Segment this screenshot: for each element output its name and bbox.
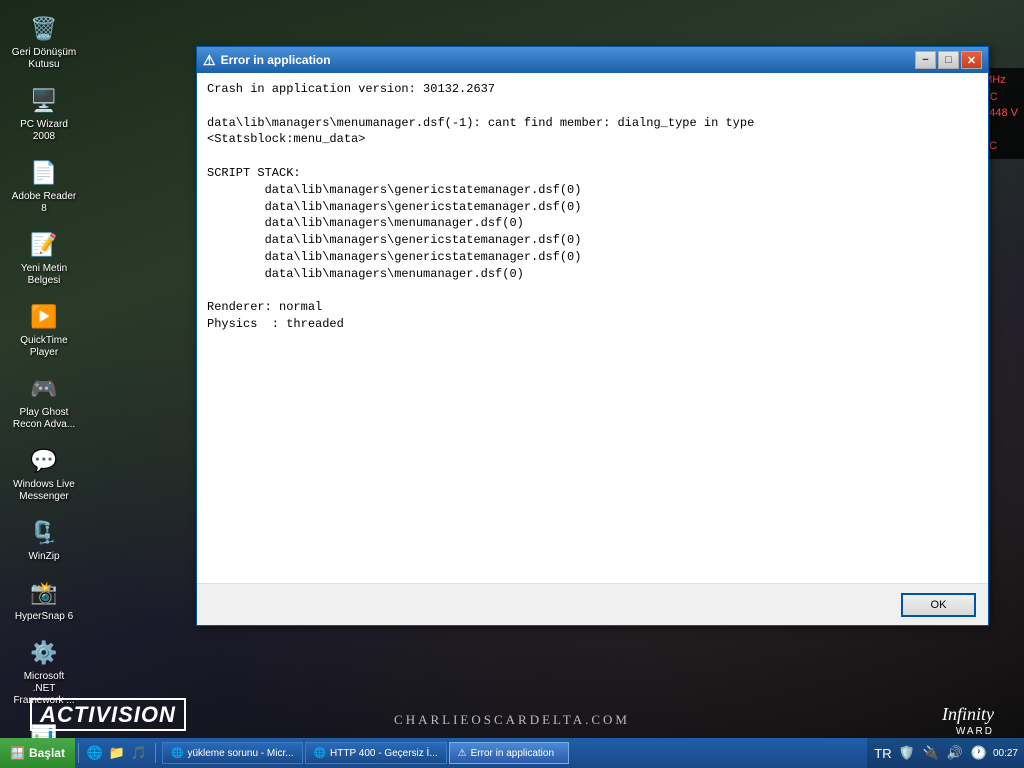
taskbar-item-2-icon: ⚠	[458, 748, 467, 759]
icon-dotnet-img: ⚙️	[28, 637, 60, 669]
iw-text: Infinity WARD	[942, 704, 994, 738]
ok-button[interactable]: OK	[901, 593, 976, 617]
icon-hypersnap-label: HyperSnap 6	[15, 611, 73, 623]
icon-geri-donusum-img: 🗑️	[28, 13, 60, 45]
icon-hypersnap[interactable]: 📸 HyperSnap 6	[8, 574, 80, 626]
error-dialog: ⚠ Error in application − □ ✕ Crash in ap…	[196, 46, 989, 626]
icon-geri-donusum-label: Geri DönüşümKutusu	[12, 47, 76, 71]
tray-time: 00:27	[993, 748, 1018, 759]
icon-pc-wizard-label: PC Wizard2008	[20, 119, 68, 143]
icon-adobe-reader-img: 📄	[28, 157, 60, 189]
desktop-icon-list: 🗑️ Geri DönüşümKutusu 🖥️ PC Wizard2008 📄…	[8, 10, 80, 768]
taskbar-item-2-label: Error in application	[471, 748, 554, 759]
icon-quicktime-img: ▶️	[28, 301, 60, 333]
close-button[interactable]: ✕	[961, 51, 982, 69]
tray-network-icon[interactable]: 🔌	[921, 743, 941, 763]
tray-volume-icon[interactable]: 🔊	[945, 743, 965, 763]
iw-logo: Infinity WARD	[942, 704, 994, 738]
icon-winzip-img: 🗜️	[28, 517, 60, 549]
taskbar: 🪟 Başlat 🌐 📁 🎵 🌐 yükleme sorunu - Micr..…	[0, 738, 1024, 768]
dialog-content[interactable]: Crash in application version: 30132.2637…	[197, 73, 988, 583]
tray-clock-icon: 🕐	[969, 743, 989, 763]
icon-quicktime[interactable]: ▶️ QuickTimePlayer	[8, 298, 80, 362]
minimize-button[interactable]: −	[915, 51, 936, 69]
icon-hypersnap-img: 📸	[28, 577, 60, 609]
icon-pc-wizard[interactable]: 🖥️ PC Wizard2008	[8, 82, 80, 146]
icon-yeni-metin-label: Yeni MetinBelgesi	[21, 263, 67, 287]
icon-play-ghost[interactable]: 🎮 Play GhostRecon Adva...	[8, 370, 80, 434]
start-label: Başlat	[29, 746, 65, 760]
tray-locale[interactable]: TR	[873, 743, 893, 763]
desktop: 🗑️ Geri DönüşümKutusu 🖥️ PC Wizard2008 📄…	[0, 0, 1024, 768]
taskbar-item-2[interactable]: ⚠ Error in application	[449, 742, 569, 764]
taskbar-item-0[interactable]: 🌐 yükleme sorunu - Micr...	[162, 742, 303, 764]
dialog-titlebar[interactable]: ⚠ Error in application − □ ✕	[197, 47, 988, 73]
error-icon: ⚠	[203, 52, 216, 69]
taskbar-items: 🌐 yükleme sorunu - Micr... 🌐 HTTP 400 - …	[158, 742, 867, 764]
icon-yeni-metin[interactable]: 📝 Yeni MetinBelgesi	[8, 226, 80, 290]
dialog-footer: OK	[197, 583, 988, 625]
system-tray: TR 🛡️ 🔌 🔊 🕐 00:27	[867, 738, 1024, 768]
dialog-controls: − □ ✕	[915, 51, 982, 69]
taskbar-item-0-label: yükleme sorunu - Micr...	[187, 748, 293, 759]
taskbar-folder-icon[interactable]: 📁	[107, 743, 127, 763]
icon-adobe-reader-label: Adobe Reader8	[12, 191, 77, 215]
tray-locale-text: TR	[874, 746, 891, 761]
icon-play-ghost-img: 🎮	[28, 373, 60, 405]
maximize-button[interactable]: □	[938, 51, 959, 69]
dialog-title: Error in application	[221, 53, 915, 67]
taskbar-divider-2	[155, 743, 156, 763]
icon-windows-live-img: 💬	[28, 445, 60, 477]
icon-adobe-reader[interactable]: 📄 Adobe Reader8	[8, 154, 80, 218]
taskbar-item-1[interactable]: 🌐 HTTP 400 - Geçersiz İ...	[305, 742, 447, 764]
taskbar-quick-launch: 🌐 📁 🎵	[81, 743, 153, 763]
icon-geri-donusum[interactable]: 🗑️ Geri DönüşümKutusu	[8, 10, 80, 74]
activision-logo: ACTIVISION	[30, 702, 186, 728]
taskbar-media-icon[interactable]: 🎵	[129, 743, 149, 763]
icon-winzip-label: WinZip	[28, 551, 59, 563]
icon-quicktime-label: QuickTimePlayer	[20, 335, 67, 359]
tray-shield-icon[interactable]: 🛡️	[897, 743, 917, 763]
start-button[interactable]: 🪟 Başlat	[0, 738, 76, 768]
icon-windows-live-label: Windows LiveMessenger	[13, 479, 75, 503]
icon-play-ghost-label: Play GhostRecon Adva...	[13, 407, 75, 431]
icon-winzip[interactable]: 🗜️ WinZip	[8, 514, 80, 566]
activision-text: ACTIVISION	[30, 698, 186, 731]
taskbar-divider-1	[78, 743, 79, 763]
icon-pc-wizard-img: 🖥️	[28, 85, 60, 117]
cod-url: CharlieOscarDelta.com	[394, 712, 630, 728]
taskbar-ie-icon[interactable]: 🌐	[85, 743, 105, 763]
windows-icon: 🪟	[10, 746, 25, 760]
taskbar-item-0-icon: 🌐	[171, 748, 183, 759]
taskbar-item-1-label: HTTP 400 - Geçersiz İ...	[330, 748, 438, 759]
icon-windows-live[interactable]: 💬 Windows LiveMessenger	[8, 442, 80, 506]
icon-yeni-metin-img: 📝	[28, 229, 60, 261]
taskbar-item-1-icon: 🌐	[314, 748, 326, 759]
